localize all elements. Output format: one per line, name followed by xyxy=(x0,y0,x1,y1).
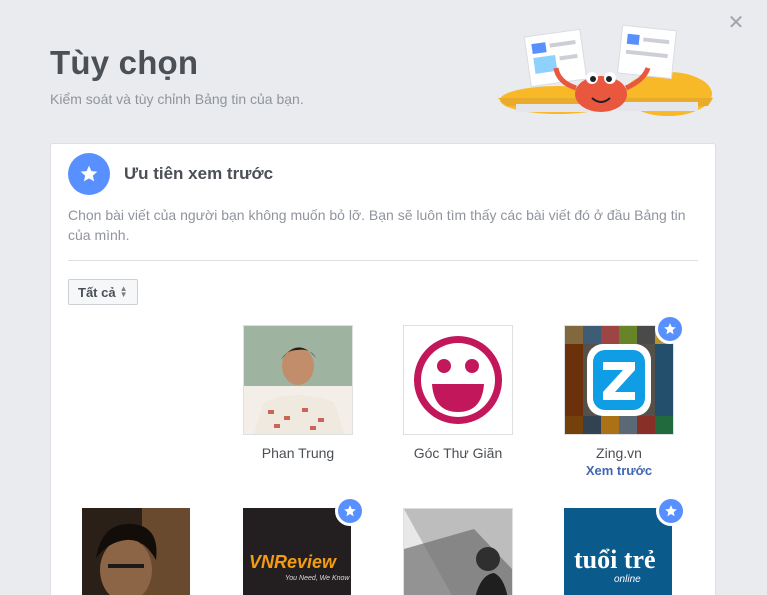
profile-picture[interactable]: VNReview You Need, We Know xyxy=(243,496,365,595)
section-header: Ưu tiên xem trước xyxy=(68,153,273,195)
profile-picture[interactable] xyxy=(564,314,685,435)
page-tile[interactable]: VNReview You Need, We Know xyxy=(233,496,365,595)
logo-subtext: online xyxy=(614,574,641,585)
person-photo xyxy=(404,509,512,595)
divider xyxy=(68,260,698,261)
see-first-label: Xem trước xyxy=(585,463,653,478)
news-feed-crab-illustration xyxy=(498,24,713,116)
vnreview-logo: VNReview You Need, We Know xyxy=(243,508,351,595)
logo-tagline: You Need, We Know xyxy=(285,575,350,582)
star-icon[interactable] xyxy=(656,496,686,526)
profile-picture[interactable] xyxy=(243,325,353,435)
sort-arrows-icon: ▲ ▼ xyxy=(119,284,128,299)
close-icon[interactable]: ✕ xyxy=(727,13,745,33)
section-description: Chọn bài viết của người bạn không muốn b… xyxy=(68,207,686,243)
page-tile[interactable]: Góc Thư Giãn xyxy=(393,325,523,461)
filter-select[interactable]: Tất cả ▲ ▼ xyxy=(68,279,138,305)
filter-selected-label: Tất cả xyxy=(78,284,116,300)
tile-name: Phan Trung xyxy=(261,445,335,461)
profile-picture[interactable] xyxy=(403,508,513,595)
smiley-face-logo xyxy=(404,326,512,434)
tile-name: Zing.vn xyxy=(596,445,642,461)
logo-text: tuổi trẻ xyxy=(574,545,656,574)
star-icon xyxy=(68,153,110,195)
dialog-header: Tùy chọn Kiểm soát và tùy chỉnh Bảng tin… xyxy=(50,44,304,107)
profile-picture[interactable]: tuổi trẻ online xyxy=(564,496,686,595)
page-tile[interactable]: Zing.vn Xem trước xyxy=(554,314,685,478)
person-photo xyxy=(244,326,352,434)
zing-logo xyxy=(565,326,673,434)
dialog-subtitle: Kiểm soát và tùy chỉnh Bảng tin của bạn. xyxy=(50,91,304,107)
person-photo xyxy=(82,508,190,595)
star-icon[interactable] xyxy=(655,314,685,344)
profile-tile[interactable] xyxy=(72,508,202,595)
star-icon[interactable] xyxy=(335,496,365,526)
profile-tile[interactable] xyxy=(393,508,523,595)
tuoi-tre-logo: tuổi trẻ online xyxy=(564,508,672,595)
logo-text: VNReview xyxy=(249,552,337,572)
dialog-title: Tùy chọn xyxy=(50,44,199,81)
profile-tile[interactable]: Phan Trung xyxy=(233,325,363,461)
page-tile[interactable]: tuổi trẻ online xyxy=(554,496,686,595)
profile-picture[interactable] xyxy=(403,325,513,435)
tile-name: Góc Thư Giãn xyxy=(413,445,503,461)
profile-picture[interactable] xyxy=(82,508,192,595)
section-title: Ưu tiên xem trước xyxy=(124,164,274,183)
